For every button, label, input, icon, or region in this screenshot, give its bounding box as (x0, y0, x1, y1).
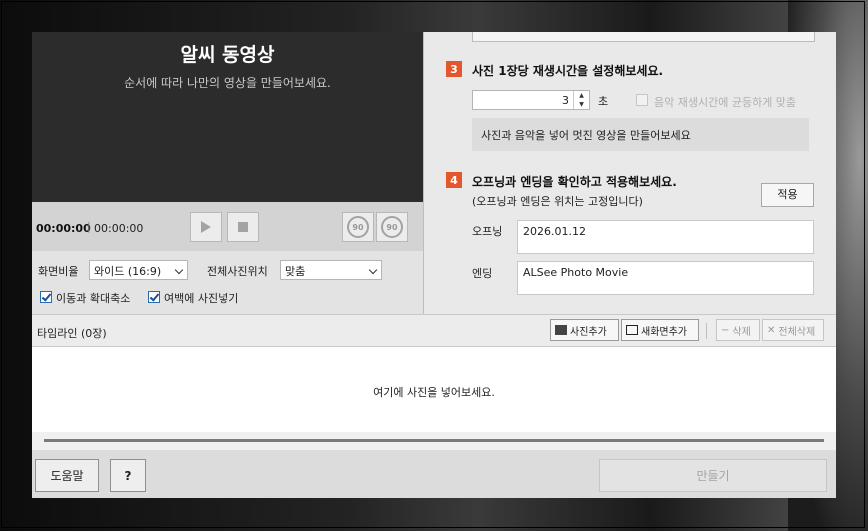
alsee-movie-window: 알씨 동영상 순서에 따라 나만의 영상을 만들어보세요. 00:00:00 |… (32, 32, 836, 498)
photo-options: 화면비율 와이드 (16:9) 전체사진위치 맞춤 이동과 확대축소 여백에 사… (32, 251, 423, 314)
chevron-down-icon (368, 265, 378, 275)
chevron-down-icon (174, 265, 184, 275)
add-photo-icon (555, 325, 567, 335)
step-3-badge: 3 (446, 61, 462, 77)
step-4-note: (오프닝과 엔딩은 위치는 고정입니다) (472, 195, 643, 208)
duration-unit: 초 (598, 95, 609, 108)
rotate-left-icon: 90 (347, 216, 369, 238)
question-button[interactable]: ? (110, 459, 146, 492)
fill-blank-checkbox[interactable] (148, 291, 160, 303)
current-time: 00:00:00 (36, 222, 91, 235)
preview-title: 알씨 동영상 (180, 44, 275, 66)
step-3-title: 사진 1장당 재생시간을 설정해보세요. (472, 64, 664, 78)
apply-button[interactable]: 적용 (761, 183, 814, 207)
step-4-badge: 4 (446, 172, 462, 188)
photo-position-select[interactable]: 맞춤 (280, 260, 382, 280)
toolbar-separator (706, 323, 707, 339)
opening-label: 오프닝 (472, 225, 503, 238)
duration-spinbox[interactable]: 3 ▲ ▼ (472, 90, 590, 110)
play-icon (201, 221, 211, 233)
ending-field[interactable]: ALSee Photo Movie (517, 261, 814, 295)
duration-value: 3 (562, 94, 569, 107)
scrollbar-thumb[interactable] (44, 439, 824, 442)
timeline-title: 타임라인 (0장) (37, 327, 107, 340)
rotate-left-button[interactable]: 90 (342, 212, 374, 242)
add-screen-icon (626, 325, 638, 335)
equal-music-label: 음악 재생시간에 균등하게 맞춤 (654, 96, 797, 109)
aspect-ratio-select[interactable]: 와이드 (16:9) (89, 260, 188, 280)
aspect-ratio-label: 화면비율 (38, 265, 79, 278)
rotate-right-button[interactable]: 90 (376, 212, 408, 242)
time-separator: | (87, 220, 91, 233)
stop-button[interactable] (227, 212, 259, 242)
stop-icon (238, 222, 248, 232)
move-zoom-checkbox[interactable] (40, 291, 52, 303)
opening-field[interactable]: 2026.01.12 (517, 220, 814, 254)
aspect-ratio-value: 와이드 (16:9) (94, 265, 162, 278)
photo-position-label: 전체사진위치 (207, 265, 268, 278)
add-new-screen-button[interactable]: 새화면추가 (621, 319, 699, 341)
previous-step-box (472, 32, 815, 42)
add-photo-label: 사진추가 (570, 326, 607, 338)
timeline-scrollbar[interactable] (32, 432, 836, 450)
delete-button[interactable]: − 삭제 (716, 319, 760, 341)
drop-hint: 여기에 사진을 넣어보세요. (373, 386, 495, 399)
ending-label: 엔딩 (472, 267, 493, 280)
add-new-screen-label: 새화면추가 (641, 326, 687, 338)
delete-label: 삭제 (732, 326, 751, 338)
play-button[interactable] (190, 212, 222, 242)
photo-position-value: 맞춤 (285, 265, 306, 278)
step-4-title: 오프닝과 엔딩을 확인하고 적용해보세요. (472, 175, 677, 189)
move-zoom-label: 이동과 확대축소 (56, 292, 131, 305)
timeline-toolbar: 타임라인 (0장) 사진추가 새화면추가 − 삭제 ✕ 전체삭제 (32, 314, 836, 347)
playback-controls: 00:00:00 | 00:00:00 90 90 (32, 202, 423, 251)
preview-area: 알씨 동영상 순서에 따라 나만의 영상을 만들어보세요. (32, 32, 423, 202)
help-button[interactable]: 도움말 (35, 459, 99, 492)
total-time: 00:00:00 (94, 222, 144, 235)
rotate-right-icon: 90 (381, 216, 403, 238)
close-icon: ✕ (767, 324, 776, 336)
fill-blank-label: 여백에 사진넣기 (164, 292, 239, 305)
preview-subtitle: 순서에 따라 나만의 영상을 만들어보세요. (124, 76, 331, 90)
equal-music-checkbox[interactable] (636, 94, 648, 106)
delete-all-label: 전체삭제 (778, 326, 816, 338)
increment-icon[interactable]: ▲ (574, 91, 589, 100)
decrement-icon[interactable]: ▼ (574, 100, 589, 109)
add-photo-button[interactable]: 사진추가 (550, 319, 619, 341)
make-button[interactable]: 만들기 (599, 459, 827, 492)
step-3-info-text: 사진과 음악을 넣어 멋진 영상을 만들어보세요 (481, 129, 691, 142)
delete-all-button[interactable]: ✕ 전체삭제 (762, 319, 824, 341)
settings-panel: 3 사진 1장당 재생시간을 설정해보세요. 3 ▲ ▼ 초 음악 재생시간에 … (424, 32, 836, 314)
duration-stepper: ▲ ▼ (573, 91, 589, 109)
footer-bar: 도움말 ? 만들기 (32, 450, 836, 498)
minus-icon: − (721, 324, 730, 336)
step-3-info-box: 사진과 음악을 넣어 멋진 영상을 만들어보세요 (472, 118, 809, 151)
